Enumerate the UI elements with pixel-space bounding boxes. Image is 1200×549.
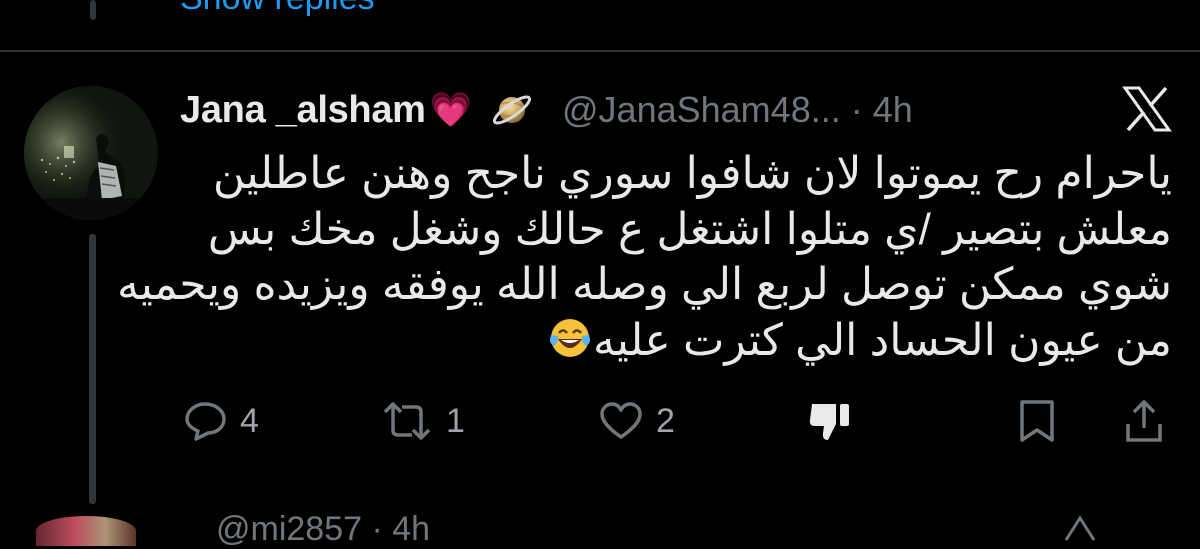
speech-bubble-icon — [185, 402, 226, 441]
x-logo-icon[interactable] — [1122, 86, 1172, 132]
tweet-header: Jana _alsham 💗 @JanaSham48... · 4h — [180, 82, 913, 138]
avatar-photo — [24, 86, 158, 220]
reply-button[interactable]: 4 — [184, 394, 259, 448]
thread-line — [89, 234, 96, 504]
separator: · — [850, 89, 863, 130]
next-reply-handle[interactable]: @mi2857 · 4h — [216, 510, 430, 549]
tweet-text-line-last: من عيون الحساد الي كترت عليه — [172, 313, 1172, 369]
tweet-text-line: شوي ممكن توصل لربع الي وصله الله يوفقه و… — [117, 260, 1172, 309]
user-handle[interactable]: @JanaSham48... — [562, 89, 841, 131]
tweet-text-line: معلش بتصير /ي متلوا اشتغل ع حالك وشغل مخ… — [207, 204, 1172, 254]
action-bar: 4 1 2 — [0, 394, 1200, 448]
divider — [0, 50, 1200, 52]
like-count: 2 — [656, 401, 675, 440]
retweet-button[interactable]: 1 — [380, 394, 465, 448]
share-upload-icon — [1126, 400, 1162, 442]
retweet-count: 1 — [446, 401, 465, 440]
reply-count: 4 — [240, 401, 259, 440]
retweet-arrows-icon — [383, 402, 431, 440]
heart-outline-icon — [600, 402, 642, 439]
next-reply-avatar[interactable] — [36, 516, 136, 546]
tweet-text: ياحرام رح يموتوا لان شافوا سوري ناجح وهن… — [117, 146, 1172, 369]
tweet-text-line: من عيون الحساد الي كترت عليه — [593, 315, 1172, 365]
bookmark-icon — [1020, 400, 1054, 442]
next-reply-menu-icon[interactable] — [1060, 512, 1100, 542]
bookmark-button[interactable] — [1016, 394, 1058, 448]
like-button[interactable]: 2 — [598, 394, 675, 448]
laughing-tears-emoji — [550, 318, 591, 357]
dislike-button[interactable] — [806, 394, 854, 448]
tweet-text-line: ياحرام رح يموتوا لان شافوا سوري ناجح وهن… — [212, 149, 1172, 198]
pink-heart-emoji: 💗 — [429, 91, 473, 129]
ringed-planet-icon — [492, 95, 532, 125]
show-replies-link[interactable]: Show replies — [180, 0, 375, 18]
thumbs-down-icon — [809, 404, 849, 440]
timestamp[interactable]: 4h — [873, 89, 913, 131]
share-button[interactable] — [1124, 394, 1164, 448]
avatar[interactable] — [24, 86, 158, 220]
thread-line-top — [90, 0, 96, 20]
display-name[interactable]: Jana _alsham — [180, 89, 426, 132]
